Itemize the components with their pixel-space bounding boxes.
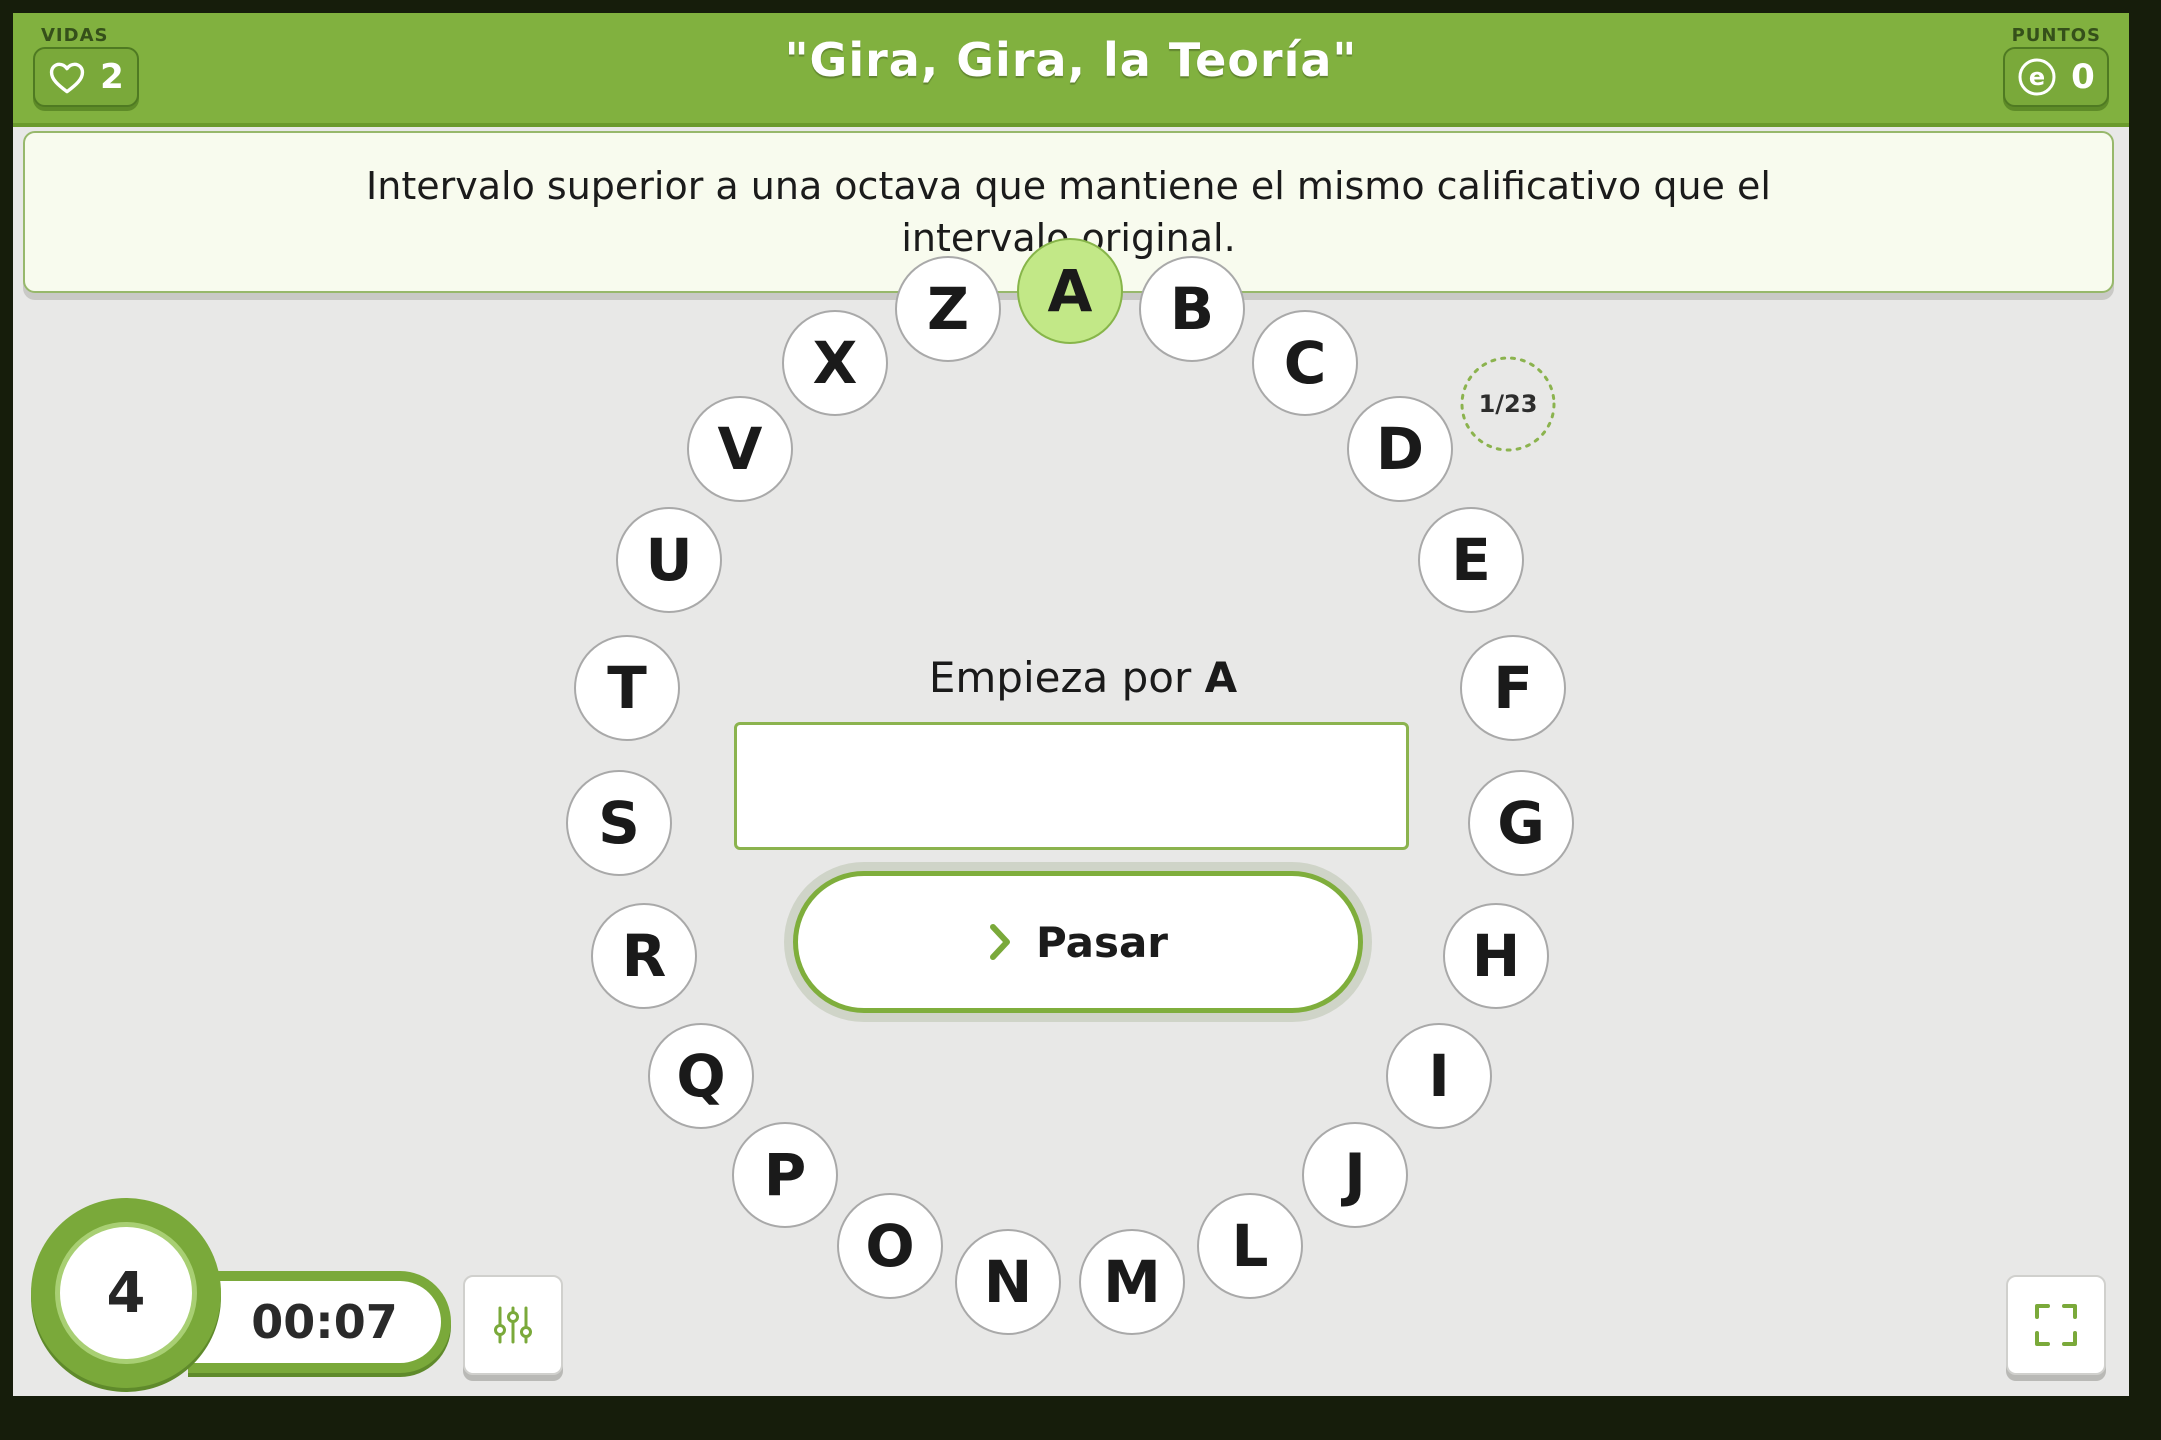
- letter-s: S: [566, 770, 672, 876]
- pass-button[interactable]: Pasar: [793, 871, 1363, 1013]
- progress-indicator: 1/23: [1453, 349, 1563, 459]
- letter-o: O: [837, 1193, 943, 1299]
- letter-d: D: [1347, 396, 1453, 502]
- letter-l: L: [1197, 1193, 1303, 1299]
- letter-x: X: [782, 310, 888, 416]
- timer-time: 00:07: [251, 1295, 398, 1349]
- points-counter: e 0: [2003, 47, 2109, 107]
- coin-icon: e: [2018, 58, 2056, 96]
- game-title: "Gira, Gira, la Teoría": [784, 33, 1358, 87]
- letter-v: V: [687, 396, 793, 502]
- prompt-letter: A: [1204, 653, 1238, 702]
- letter-f: F: [1460, 635, 1566, 741]
- timer-count: 4: [55, 1222, 197, 1364]
- svg-text:e: e: [2029, 63, 2045, 91]
- fullscreen-icon: [2035, 1304, 2077, 1346]
- letter-t: T: [574, 635, 680, 741]
- progress-text: 1/23: [1478, 390, 1538, 418]
- letter-q: Q: [648, 1023, 754, 1129]
- letter-u: U: [616, 507, 722, 613]
- letter-h: H: [1443, 903, 1549, 1009]
- letter-e: E: [1418, 507, 1524, 613]
- letter-r: R: [591, 903, 697, 1009]
- fullscreen-button[interactable]: [2006, 1275, 2106, 1375]
- letter-a: A: [1017, 238, 1123, 344]
- top-bar: VIDAS 2 "Gira, Gira, la Teoría" PUNTOS e…: [13, 13, 2129, 127]
- letter-c: C: [1252, 310, 1358, 416]
- letter-g: G: [1468, 770, 1574, 876]
- points-label: PUNTOS: [2011, 25, 2101, 46]
- timer-ring: 4: [31, 1198, 221, 1388]
- answer-input[interactable]: [734, 722, 1409, 850]
- chevron-right-icon: [989, 924, 1010, 960]
- letter-j: J: [1302, 1122, 1408, 1228]
- game-frame: VIDAS 2 "Gira, Gira, la Teoría" PUNTOS e…: [13, 13, 2129, 1396]
- points-value: 0: [2071, 57, 2095, 97]
- prompt-prefix: Empieza por: [928, 653, 1192, 702]
- pass-button-label: Pasar: [1035, 917, 1169, 967]
- letter-b: B: [1139, 256, 1245, 362]
- letter-m: M: [1079, 1229, 1185, 1335]
- letter-n: N: [955, 1229, 1061, 1335]
- sliders-icon: [494, 1306, 532, 1344]
- settings-button[interactable]: [463, 1275, 563, 1375]
- prompt-text: Empieza por A: [733, 653, 1433, 702]
- timer-clock: 00:07: [188, 1271, 451, 1373]
- letter-p: P: [732, 1122, 838, 1228]
- letter-z: Z: [895, 256, 1001, 362]
- letter-i: I: [1386, 1023, 1492, 1129]
